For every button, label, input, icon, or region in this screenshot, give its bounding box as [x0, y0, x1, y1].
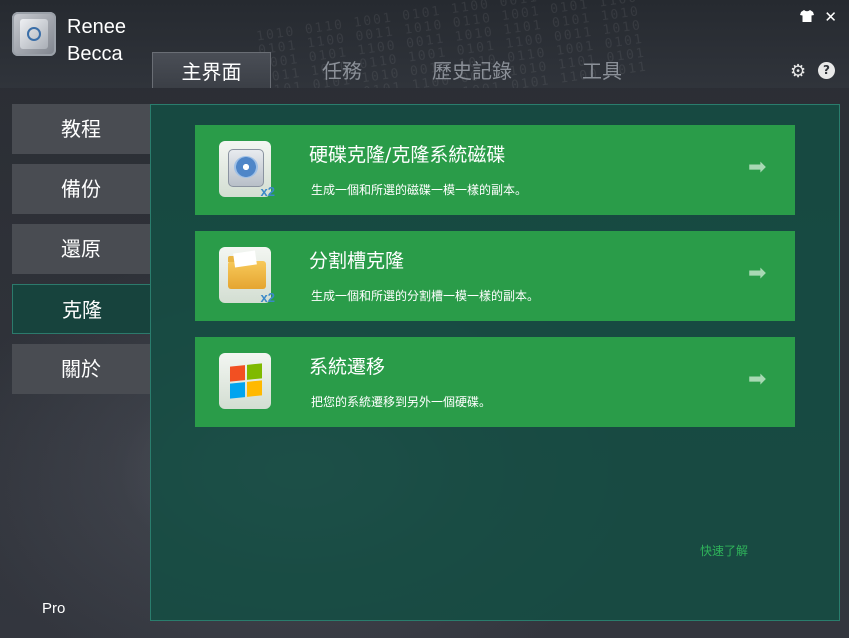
- header-bar: 1010 0110 1001 0101 1100 0011 1010 1101 …: [0, 0, 849, 88]
- brand-line-1: Renee: [67, 16, 126, 38]
- sidebar-item-backup[interactable]: 備份: [12, 164, 150, 214]
- folder-icon: [228, 250, 266, 289]
- safe-dial: [27, 27, 41, 41]
- tab-tools[interactable]: 工具: [557, 52, 647, 88]
- quick-learn-link[interactable]: 快速了解: [700, 542, 748, 559]
- disk-clone-icon: x2: [219, 141, 275, 199]
- tab-tasks[interactable]: 任務: [295, 52, 389, 88]
- card-title: 硬碟克隆/克隆系統磁碟: [309, 144, 506, 166]
- gear-icon[interactable]: ⚙: [790, 61, 806, 82]
- app-window: 1010 0110 1001 0101 1100 0011 1010 1101 …: [0, 0, 849, 638]
- edition-label: Pro: [42, 600, 66, 617]
- tab-home[interactable]: 主界面: [152, 52, 271, 88]
- sidebar-item-about[interactable]: 關於: [12, 344, 150, 394]
- card-description: 生成一個和所選的分割槽一模一樣的副本。: [311, 289, 540, 303]
- window-controls: ✕: [800, 8, 837, 26]
- x2-badge: x2: [260, 184, 275, 199]
- card-description: 把您的系統遷移到另外一個硬碟。: [311, 395, 492, 409]
- windows-logo-icon: [219, 353, 271, 409]
- partition-clone-icon: x2: [219, 247, 275, 305]
- sidebar-item-restore[interactable]: 還原: [12, 224, 150, 274]
- sidebar-item-clone[interactable]: 克隆: [12, 284, 151, 334]
- arrow-right-icon: ➡: [748, 261, 767, 286]
- brand-line-2: Becca: [67, 43, 123, 65]
- system-migration-card[interactable]: 系統遷移 把您的系統遷移到另外一個硬碟。 ➡: [195, 337, 795, 427]
- clone-panel: x2 硬碟克隆/克隆系統磁碟 生成一個和所選的磁碟一模一樣的副本。 ➡ x2 分…: [150, 104, 840, 621]
- tshirt-icon[interactable]: [800, 8, 815, 26]
- card-description: 生成一個和所選的磁碟一模一樣的副本。: [311, 183, 528, 197]
- arrow-right-icon: ➡: [748, 155, 767, 180]
- app-logo: [12, 12, 56, 56]
- tab-history[interactable]: 歷史記錄: [414, 52, 530, 88]
- x2-badge: x2: [260, 290, 275, 305]
- hard-disk-icon: [228, 149, 264, 187]
- help-icon[interactable]: ?: [818, 62, 835, 79]
- card-title: 分割槽克隆: [309, 250, 405, 272]
- app-brand: Renee Becca: [67, 14, 126, 68]
- disk-clone-card[interactable]: x2 硬碟克隆/克隆系統磁碟 生成一個和所選的磁碟一模一樣的副本。 ➡: [195, 125, 795, 215]
- windows-flag: [230, 363, 262, 399]
- card-title: 系統遷移: [309, 356, 386, 378]
- partition-clone-card[interactable]: x2 分割槽克隆 生成一個和所選的分割槽一模一樣的副本。 ➡: [195, 231, 795, 321]
- close-icon[interactable]: ✕: [824, 8, 837, 26]
- sidebar-item-tutorial[interactable]: 教程: [12, 104, 150, 154]
- arrow-right-icon: ➡: [748, 367, 767, 392]
